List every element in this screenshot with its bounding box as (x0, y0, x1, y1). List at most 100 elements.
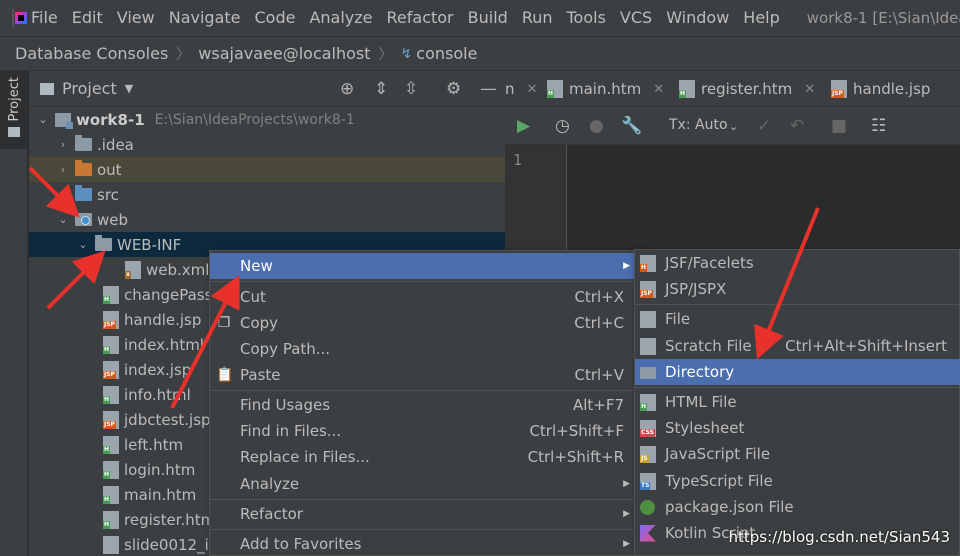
submenu-arrow-icon: ▶ (623, 479, 630, 489)
submenu-item-html-file[interactable]: H HTML File (635, 389, 960, 415)
submenu-item-stylesheet[interactable]: CSS Stylesheet (635, 415, 960, 441)
menu-code[interactable]: Code (248, 0, 303, 36)
tree-item-project-root[interactable]: ⌄ work8-1 E:\Sian\IdeaProjects\work8-1 (29, 107, 505, 132)
image-file-icon (103, 535, 119, 554)
menu-item-label: New (240, 257, 273, 275)
stop-icon[interactable]: ● (589, 116, 604, 136)
submenu-arrow-icon: ▶ (623, 539, 630, 549)
menu-item-label: Scratch File (665, 337, 752, 355)
breadcrumb-database-consoles[interactable]: Database Consoles (15, 44, 168, 63)
breadcrumb-connection[interactable]: wsajavaee@localhost (198, 44, 370, 63)
chevron-down-icon[interactable]: ⌄ (75, 238, 91, 251)
menu-item-analyze[interactable]: Analyze ▶ (210, 471, 634, 497)
menu-item-label: Directory (665, 363, 735, 381)
chevron-down-icon[interactable]: ⌄ (729, 120, 738, 133)
square-icon[interactable]: ■ (831, 116, 847, 136)
gear-icon[interactable]: ⚙ (446, 79, 461, 99)
nodejs-icon (640, 499, 655, 515)
submenu-item-javascript-file[interactable]: JS JavaScript File (635, 441, 960, 467)
menu-window[interactable]: Window (659, 0, 736, 36)
excluded-folder-icon (75, 160, 92, 176)
menu-refactor[interactable]: Refactor (380, 0, 461, 36)
tree-item-web[interactable]: ⌄ web (29, 207, 505, 232)
play-icon[interactable]: ▶ (517, 116, 530, 136)
menu-item-label: Find Usages (240, 396, 331, 414)
menu-item-new[interactable]: New ▶ (210, 253, 634, 279)
submenu-item-typescript-file[interactable]: TS TypeScript File (635, 468, 960, 494)
tree-item-label: left.htm (124, 435, 184, 454)
file-badge: JSP (103, 420, 116, 429)
menu-item-replace-in-files[interactable]: Replace in Files... Ctrl+Shift+R (210, 444, 634, 470)
submenu-item-package-json[interactable]: package.json File (635, 494, 960, 520)
module-folder-icon (55, 112, 73, 129)
menu-file[interactable]: File (24, 0, 65, 36)
menu-view[interactable]: View (110, 0, 162, 36)
jsp-file-icon: JSP (103, 360, 119, 379)
transaction-mode-dropdown[interactable]: Tx: Auto (669, 117, 728, 133)
menu-build[interactable]: Build (461, 0, 515, 36)
tab-label: handle.jsp (853, 80, 931, 98)
check-icon[interactable]: ✓ (757, 116, 771, 136)
close-icon[interactable]: ✕ (527, 82, 538, 97)
table-icon[interactable]: ☷ (871, 116, 886, 136)
file-badge: JSP (831, 90, 844, 98)
tree-item-src[interactable]: src (29, 182, 505, 207)
menu-item-add-to-favorites[interactable]: Add to Favorites ▶ (210, 531, 634, 556)
menu-run[interactable]: Run (515, 0, 560, 36)
menu-help[interactable]: Help (736, 0, 786, 36)
chevron-down-icon[interactable]: ⌄ (55, 213, 71, 226)
menu-item-label: Find in Files... (240, 422, 342, 440)
chevron-right-icon[interactable]: › (55, 138, 71, 151)
line-number: 1 (513, 151, 523, 169)
menu-separator (210, 390, 634, 391)
chevron-down-icon[interactable]: ⌄ (35, 113, 51, 126)
chevron-down-icon[interactable]: ▼ (125, 82, 133, 95)
menu-item-find-in-files[interactable]: Find in Files... Ctrl+Shift+F (210, 418, 634, 444)
menu-item-cut[interactable]: ✂ Cut Ctrl+X (210, 284, 634, 310)
menu-item-label: package.json File (665, 498, 794, 516)
menu-item-refactor[interactable]: Refactor ▶ (210, 501, 634, 527)
menu-item-paste[interactable]: 📋 Paste Ctrl+V (210, 362, 634, 388)
minimize-icon[interactable]: — (480, 79, 497, 99)
tree-item-label: out (97, 160, 122, 179)
tree-item-label: jdbctest.jsp (124, 410, 211, 429)
menu-analyze[interactable]: Analyze (302, 0, 379, 36)
editor-tab-register-htm[interactable]: H register.htm ✕ (679, 71, 815, 107)
breadcrumb-console[interactable]: console (416, 44, 477, 63)
collapse-all-icon[interactable]: ⇳ (404, 79, 418, 99)
wrench-icon[interactable]: 🔧 (621, 116, 642, 136)
crosshair-icon[interactable]: ⊕ (340, 79, 354, 99)
editor-tab-handle-jsp[interactable]: JSP handle.jsp (831, 71, 930, 107)
undo-icon[interactable]: ↶ (790, 116, 804, 136)
chevron-right-icon[interactable]: › (55, 163, 71, 176)
close-icon[interactable]: ✕ (653, 82, 664, 97)
menu-edit[interactable]: Edit (65, 0, 110, 36)
submenu-item-jsp-jspx[interactable]: JSP JSP/JSPX (635, 276, 960, 302)
menu-navigate[interactable]: Navigate (162, 0, 248, 36)
project-panel-title[interactable]: Project (62, 79, 117, 98)
breadcrumb-chevron-icon: 〉 (176, 46, 191, 63)
tree-item-label: handle.jsp (124, 310, 202, 329)
tab-label: n (505, 80, 515, 98)
tree-item-idea[interactable]: › .idea (29, 132, 505, 157)
close-icon[interactable]: ✕ (804, 82, 815, 97)
editor-tab-main-htm[interactable]: H main.htm ✕ (547, 71, 664, 107)
tree-item-out[interactable]: › out (29, 157, 505, 182)
menu-item-copy-path[interactable]: Copy Path... (210, 336, 634, 362)
submenu-item-file[interactable]: File (635, 306, 960, 332)
menu-tools[interactable]: Tools (560, 0, 613, 36)
html-file-icon: H (103, 435, 119, 454)
submenu-item-jsf-facelets[interactable]: H JSF/Facelets (635, 250, 960, 276)
folder-icon (8, 127, 20, 138)
editor-tab-partial[interactable]: n ✕ (505, 71, 537, 107)
submenu-item-scratch-file[interactable]: Scratch File Ctrl+Alt+Shift+Insert (635, 333, 960, 359)
submenu-item-directory[interactable]: Directory (635, 359, 960, 385)
tree-item-label: info.html (124, 385, 191, 404)
menu-item-copy[interactable]: ❐ Copy Ctrl+C (210, 310, 634, 336)
project-tool-tab[interactable]: Project (0, 71, 28, 149)
history-icon[interactable]: ◷ (555, 116, 570, 136)
folder-icon (640, 367, 656, 379)
menu-item-find-usages[interactable]: Find Usages Alt+F7 (210, 392, 634, 418)
menu-vcs[interactable]: VCS (613, 0, 659, 36)
expand-all-icon[interactable]: ⇕ (374, 79, 388, 99)
